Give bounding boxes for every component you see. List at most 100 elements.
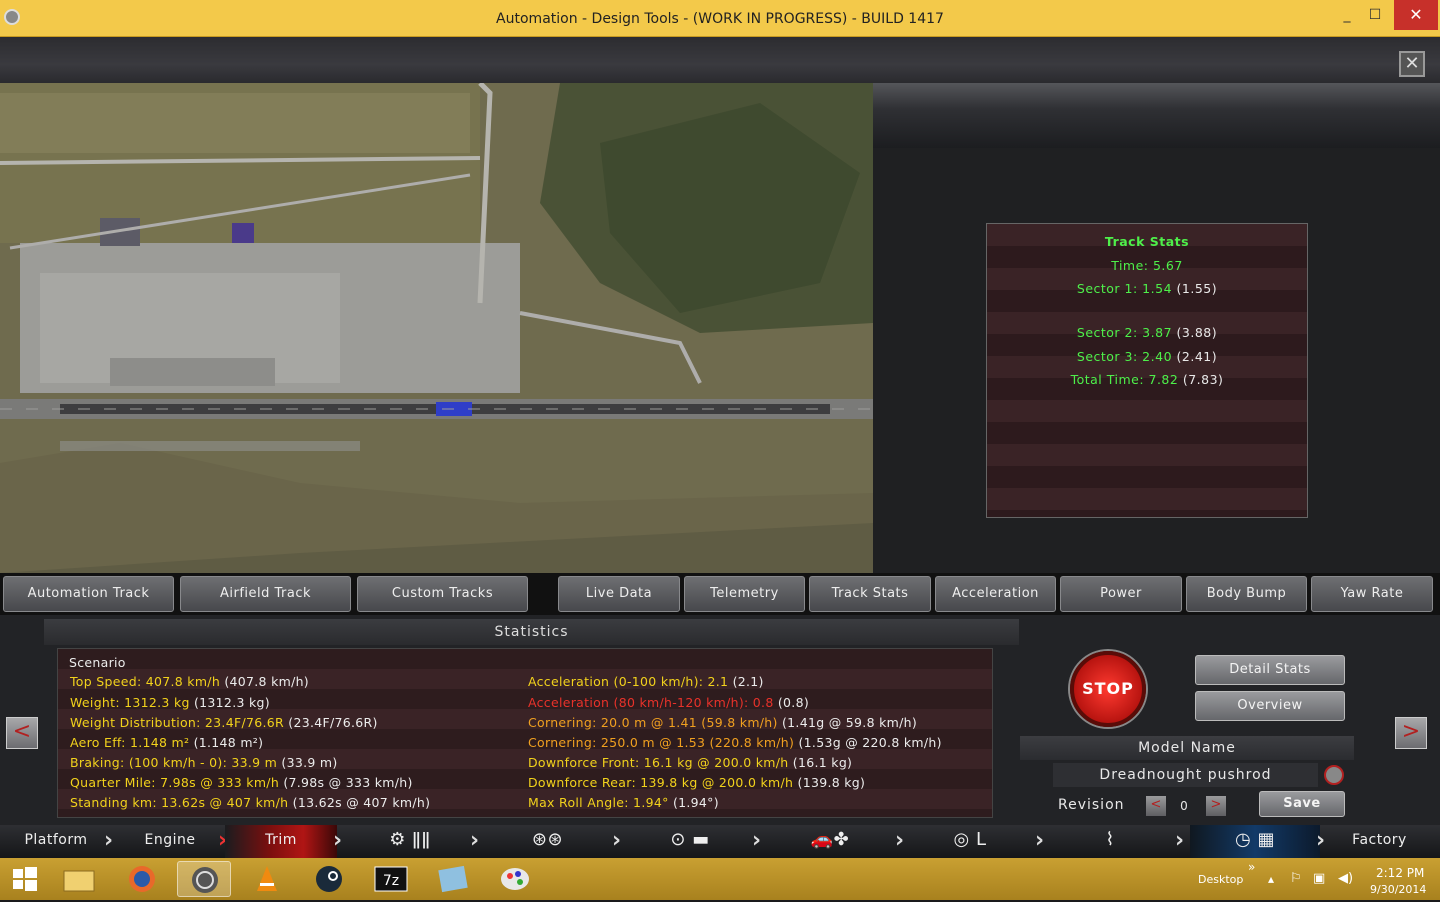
tab-live-data[interactable]: Live Data — [558, 576, 680, 612]
steam-icon[interactable] — [302, 861, 356, 897]
maximize-button[interactable]: ☐ — [1362, 0, 1388, 30]
chevron-right-icon: › — [1316, 828, 1326, 853]
nav-platform[interactable]: Platform — [0, 825, 112, 858]
track-stats-title: Track Stats — [1104, 234, 1190, 249]
chevron-right-icon: › — [1035, 828, 1045, 853]
body-aero-icon[interactable]: 🚗✤ — [770, 825, 890, 858]
sector-3: Sector 3: 2.40 (2.41) — [1076, 349, 1218, 364]
chevron-right-icon: › — [104, 828, 114, 853]
stat-acceleration-0-100: Acceleration (0-100 km/h): 2.1 (2.1) — [528, 674, 764, 689]
stat-downforce-front: Downforce Front: 16.1 kg @ 200.0 km/h (1… — [528, 755, 853, 770]
chevron-right-icon: › — [1175, 828, 1185, 853]
model-name-label: Model Name — [1020, 736, 1354, 760]
clock-date[interactable]: 9/30/2014 — [1370, 883, 1426, 896]
start-button[interactable] — [0, 861, 50, 897]
toolbar-overflow-icon[interactable]: » — [1248, 860, 1255, 874]
refresh-icon[interactable] — [1324, 765, 1344, 785]
statistics-box: Scenario Top Speed: 407.8 km/h (407.8 km… — [57, 648, 993, 818]
stat-cornering-20m: Cornering: 20.0 m @ 1.41 (59.8 km/h) (1.… — [528, 715, 918, 730]
firefox-icon[interactable] — [115, 861, 169, 897]
volume-icon[interactable]: ◀) — [1338, 871, 1353, 886]
nav-engine[interactable]: Engine — [118, 825, 222, 858]
interior-icon[interactable]: ◎ L — [930, 825, 1010, 858]
stat-quarter-mile: Quarter Mile: 7.98s @ 333 km/h (7.98s @ … — [70, 775, 413, 790]
game-header-bar — [0, 37, 1440, 83]
track-time: Time: 5.67 — [1111, 258, 1183, 273]
show-hidden-icons[interactable]: ▴ — [1268, 872, 1274, 886]
chevron-right-icon: › — [752, 828, 762, 853]
panel-header — [873, 83, 1440, 148]
stop-button[interactable]: STOP — [1070, 651, 1146, 727]
vlc-icon[interactable] — [240, 861, 294, 897]
testing-icon[interactable]: ◷ ▦ — [1190, 825, 1320, 858]
brakes-icon[interactable]: ⊙ ▬ — [645, 825, 735, 858]
tab-custom-tracks[interactable]: Custom Tracks — [357, 576, 528, 612]
stat-weight: Weight: 1312.3 kg (1312.3 kg) — [70, 695, 270, 710]
sector-1: Sector 1: 1.54 (1.55) — [1076, 281, 1218, 296]
svg-text:7z: 7z — [383, 873, 399, 889]
chevron-right-icon: › — [470, 828, 480, 853]
close-window-button[interactable]: ✕ — [1394, 0, 1438, 30]
chevron-right-icon: › — [612, 828, 622, 853]
tab-yaw-rate[interactable]: Yaw Rate — [1311, 576, 1433, 612]
statistics-title: Statistics — [44, 619, 1019, 645]
stat-standing-km: Standing km: 13.62s @ 407 km/h (13.62s @… — [70, 795, 431, 810]
close-test-button[interactable]: ✕ — [1399, 51, 1425, 77]
tab-automation-track[interactable]: Automation Track — [3, 576, 174, 612]
next-arrow-button[interactable]: > — [1395, 717, 1427, 749]
tab-airfield-track[interactable]: Airfield Track — [180, 576, 351, 612]
stat-braking: Braking: (100 km/h - 0): 33.9 m (33.9 m) — [70, 755, 338, 770]
revision-label: Revision — [1058, 797, 1125, 813]
stat-weight-distribution: Weight Distribution: 23.4F/76.6R (23.4F/… — [70, 715, 378, 730]
tab-track-stats[interactable]: Track Stats — [809, 576, 931, 612]
minimize-button[interactable]: _ — [1335, 0, 1359, 30]
prev-arrow-button[interactable]: < — [6, 717, 38, 749]
window-titlebar: Automation - Design Tools - (WORK IN PRO… — [0, 0, 1440, 37]
tab-power[interactable]: Power — [1060, 576, 1182, 612]
7zip-icon[interactable]: 7z — [364, 861, 418, 897]
file-explorer-icon[interactable] — [52, 861, 106, 897]
network-icon[interactable]: ▣ — [1313, 871, 1325, 886]
stat-downforce-rear: Downforce Rear: 139.8 kg @ 200.0 km/h (1… — [528, 775, 866, 790]
clock-time[interactable]: 2:12 PM — [1376, 866, 1424, 880]
gearbox-icon[interactable]: ⚙ ǁǁ — [360, 825, 460, 858]
windows-icon — [13, 867, 37, 891]
stat-acceleration-80-120: Acceleration (80 km/h-120 km/h): 0.8 (0.… — [528, 695, 810, 710]
detail-stats-button[interactable]: Detail Stats — [1195, 655, 1345, 685]
suspension-icon[interactable]: ⌇ — [1075, 825, 1145, 858]
total-time: Total Time: 7.82 (7.83) — [1070, 372, 1224, 387]
tab-body-bump[interactable]: Body Bump — [1186, 576, 1307, 612]
save-button[interactable]: Save — [1259, 791, 1345, 817]
window-title: Automation - Design Tools - (WORK IN PRO… — [496, 11, 944, 27]
track-stats-box: Track Stats Time: 5.67 Sector 1: 1.54 (1… — [986, 223, 1308, 518]
stat-top-speed: Top Speed: 407.8 km/h (407.8 km/h) — [70, 674, 309, 689]
design-nav-bar: Platform › Engine › Trim › ⚙ ǁǁ › ⊛⊛ › ⊙… — [0, 825, 1440, 858]
tab-acceleration[interactable]: Acceleration — [935, 576, 1056, 612]
tab-row: Automation Track Airfield Track Custom T… — [0, 573, 1440, 615]
sector-2: Sector 2: 3.87 (3.88) — [1076, 325, 1218, 340]
nav-trim[interactable]: Trim — [225, 825, 337, 858]
stat-aero-eff: Aero Eff: 1.148 m² (1.148 m²) — [70, 735, 264, 750]
stat-max-roll-angle: Max Roll Angle: 1.94° (1.94°) — [528, 795, 719, 810]
chevron-right-icon: › — [333, 828, 343, 853]
nav-factory[interactable]: Factory — [1332, 825, 1427, 858]
taskbar: 7z » Desktop ▴ ⚐ ▣ ◀) 2:12 PM 9/30/2014 — [0, 858, 1440, 900]
flag-icon[interactable]: ⚐ — [1290, 871, 1302, 886]
revision-value: 0 — [1180, 799, 1188, 813]
tab-telemetry[interactable]: Telemetry — [684, 576, 805, 612]
automation-app-icon[interactable] — [177, 861, 231, 897]
model-name-field[interactable]: Dreadnought pushrod — [1053, 763, 1318, 787]
revision-decrement-button[interactable]: < — [1146, 796, 1166, 816]
overview-button[interactable]: Overview — [1195, 691, 1345, 721]
desktop-toolbar[interactable]: Desktop — [1198, 873, 1243, 886]
paint-icon[interactable] — [488, 861, 542, 897]
wheels-icon[interactable]: ⊛⊛ — [505, 825, 590, 858]
revision-increment-button[interactable]: > — [1206, 796, 1226, 816]
airfield-aerial-image — [0, 83, 873, 573]
chevron-right-icon: › — [895, 828, 905, 853]
stat-cornering-250m: Cornering: 250.0 m @ 1.53 (220.8 km/h) (… — [528, 735, 942, 750]
track-stats-panel: Track Stats Time: 5.67 Sector 1: 1.54 (1… — [873, 83, 1440, 573]
track-map-view[interactable] — [0, 83, 873, 573]
scenario-label: Scenario — [69, 655, 126, 670]
notepad-icon[interactable] — [426, 861, 480, 897]
